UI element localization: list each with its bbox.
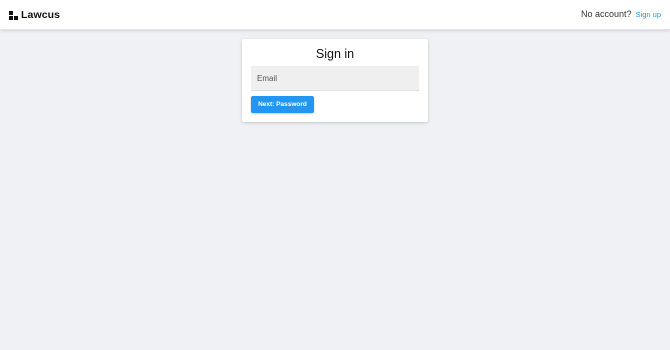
- sign-in-card: Sign in Next: Password: [242, 39, 428, 122]
- email-input[interactable]: [251, 66, 419, 91]
- next-password-button[interactable]: Next: Password: [251, 96, 314, 113]
- brand[interactable]: Lawcus: [9, 8, 60, 22]
- account-prompt: No account? Sign up: [581, 9, 661, 19]
- sign-up-link[interactable]: Sign up: [636, 10, 661, 19]
- no-account-text: No account?: [581, 9, 632, 19]
- top-bar: Lawcus No account? Sign up: [0, 0, 670, 30]
- sign-in-title: Sign in: [315, 47, 355, 61]
- brand-name: Lawcus: [21, 9, 61, 21]
- lawcus-logo-icon: [9, 10, 18, 20]
